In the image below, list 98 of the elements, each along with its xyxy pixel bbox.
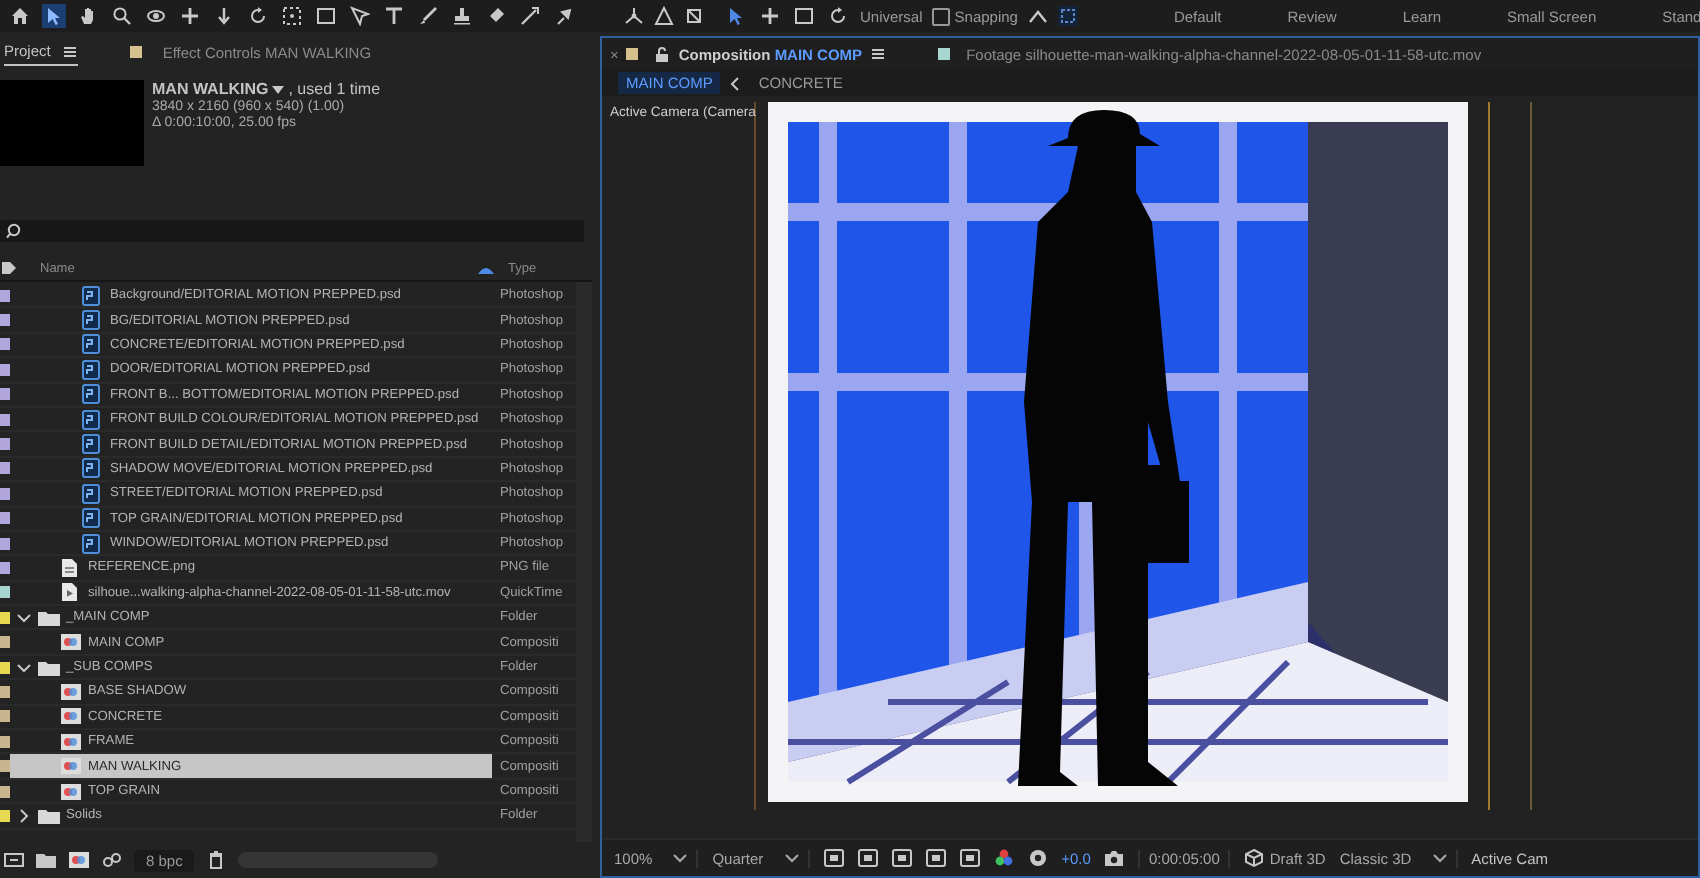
rotate-icon[interactable]	[826, 4, 850, 28]
grid-icon[interactable]	[1057, 6, 1078, 26]
mask-path-icon[interactable]	[891, 848, 912, 868]
psd-file-icon	[82, 483, 104, 504]
region-icon[interactable]	[925, 848, 946, 868]
label-color-swatch	[130, 46, 143, 58]
psd-file-icon	[82, 409, 104, 430]
label-color-swatch[interactable]	[0, 289, 10, 302]
label-color-swatch[interactable]	[0, 710, 10, 723]
psd-file-icon	[82, 334, 104, 355]
psd-file-icon	[82, 533, 104, 554]
down-arrow-icon[interactable]	[212, 4, 236, 28]
label-color-swatch[interactable]	[0, 661, 10, 674]
chevron-left-icon[interactable]	[728, 75, 743, 91]
label-color-swatch[interactable]	[0, 314, 10, 327]
dotted-square-icon[interactable]	[280, 4, 304, 28]
axis-icon[interactable]	[654, 6, 674, 26]
label-color-swatch[interactable]	[0, 338, 10, 351]
item-name[interactable]: MAN WALKING	[152, 80, 269, 98]
psd-file-icon	[82, 508, 104, 529]
label-color-swatch[interactable]	[0, 413, 10, 426]
label-color-swatch[interactable]	[0, 636, 10, 649]
label-color-swatch[interactable]	[0, 363, 10, 376]
lock-icon[interactable]	[654, 45, 671, 63]
composition-icon	[60, 632, 82, 653]
file-icon	[60, 557, 82, 578]
label-color-swatch[interactable]	[0, 586, 10, 599]
home-icon[interactable]	[8, 4, 32, 28]
composition-icon	[60, 781, 82, 801]
magnifier-icon[interactable]	[110, 4, 134, 28]
psd-file-icon	[82, 434, 104, 455]
label-color-swatch[interactable]	[0, 438, 10, 451]
label-column-icon	[0, 260, 16, 276]
composition-icon[interactable]	[68, 850, 90, 870]
composition-icon	[60, 681, 82, 702]
arrow-icon[interactable]	[42, 4, 66, 28]
caret-down-icon	[1431, 850, 1448, 866]
menu-icon[interactable]	[870, 46, 887, 62]
chevron-right-icon[interactable]	[16, 807, 32, 824]
label-color-swatch[interactable]	[0, 760, 10, 773]
label-color-swatch[interactable]	[0, 611, 10, 624]
file-icon	[60, 582, 82, 603]
rectangle-icon[interactable]	[792, 4, 816, 28]
rectangle-icon[interactable]	[314, 4, 338, 28]
caret-up-icon[interactable]	[1027, 6, 1048, 26]
label-color-swatch[interactable]	[0, 512, 10, 525]
chevron-down-icon[interactable]	[16, 659, 32, 676]
label-color-swatch[interactable]	[0, 561, 10, 574]
caret-down-icon	[672, 850, 689, 866]
psd-file-icon	[82, 384, 104, 405]
cube-icon[interactable]	[684, 6, 704, 26]
plus-icon[interactable]	[758, 4, 782, 28]
label-color-swatch[interactable]	[0, 685, 10, 698]
axis-icon[interactable]	[624, 6, 644, 26]
channel-icon[interactable]	[959, 848, 980, 868]
search-icon	[6, 222, 24, 240]
label-color-swatch[interactable]	[0, 735, 10, 748]
stamp-icon[interactable]	[450, 4, 474, 28]
psd-file-icon	[82, 359, 104, 380]
text-icon[interactable]	[382, 4, 406, 28]
link-icon[interactable]	[102, 850, 122, 870]
label-color-swatch	[626, 48, 639, 60]
label-color-swatch[interactable]	[0, 462, 10, 475]
folder-icon	[38, 805, 60, 826]
usage-text: , used 1 time	[288, 80, 381, 98]
grid-toggle-icon[interactable]	[857, 848, 878, 868]
label-color-swatch[interactable]	[0, 487, 10, 500]
composition-icon	[60, 756, 82, 777]
fast-preview-icon[interactable]	[823, 848, 844, 868]
psd-file-icon	[82, 458, 104, 479]
psd-file-icon	[82, 285, 104, 306]
folder-icon[interactable]	[36, 850, 56, 870]
exposure-icon[interactable]	[1027, 848, 1048, 868]
label-color-swatch[interactable]	[0, 809, 10, 822]
chevron-down-icon[interactable]	[16, 609, 32, 626]
caret-down-icon	[783, 850, 800, 866]
pen-icon[interactable]	[348, 4, 372, 28]
menu-icon[interactable]	[62, 43, 79, 59]
search-field[interactable]	[0, 220, 584, 242]
folder-icon	[38, 607, 60, 628]
label-color-swatch[interactable]	[0, 785, 10, 797]
label-color-swatch	[938, 48, 951, 60]
plus-icon[interactable]	[178, 4, 202, 28]
trash-icon[interactable]	[206, 850, 227, 870]
composition-icon	[60, 731, 82, 752]
composition-icon	[60, 706, 82, 727]
camera-icon[interactable]	[1104, 848, 1125, 868]
interpret-footage-icon[interactable]	[4, 850, 24, 870]
label-color-swatch[interactable]	[0, 388, 10, 401]
folder-icon	[38, 657, 60, 678]
cube-icon	[1243, 848, 1264, 868]
brush-icon[interactable]	[416, 4, 440, 28]
color-dots-icon[interactable]	[993, 848, 1014, 868]
label-color-swatch[interactable]	[0, 537, 10, 550]
psd-file-icon	[82, 310, 104, 331]
thumbnail-preview	[0, 80, 144, 166]
rotate-icon[interactable]	[246, 4, 270, 28]
caret-down-icon[interactable]	[270, 81, 287, 97]
